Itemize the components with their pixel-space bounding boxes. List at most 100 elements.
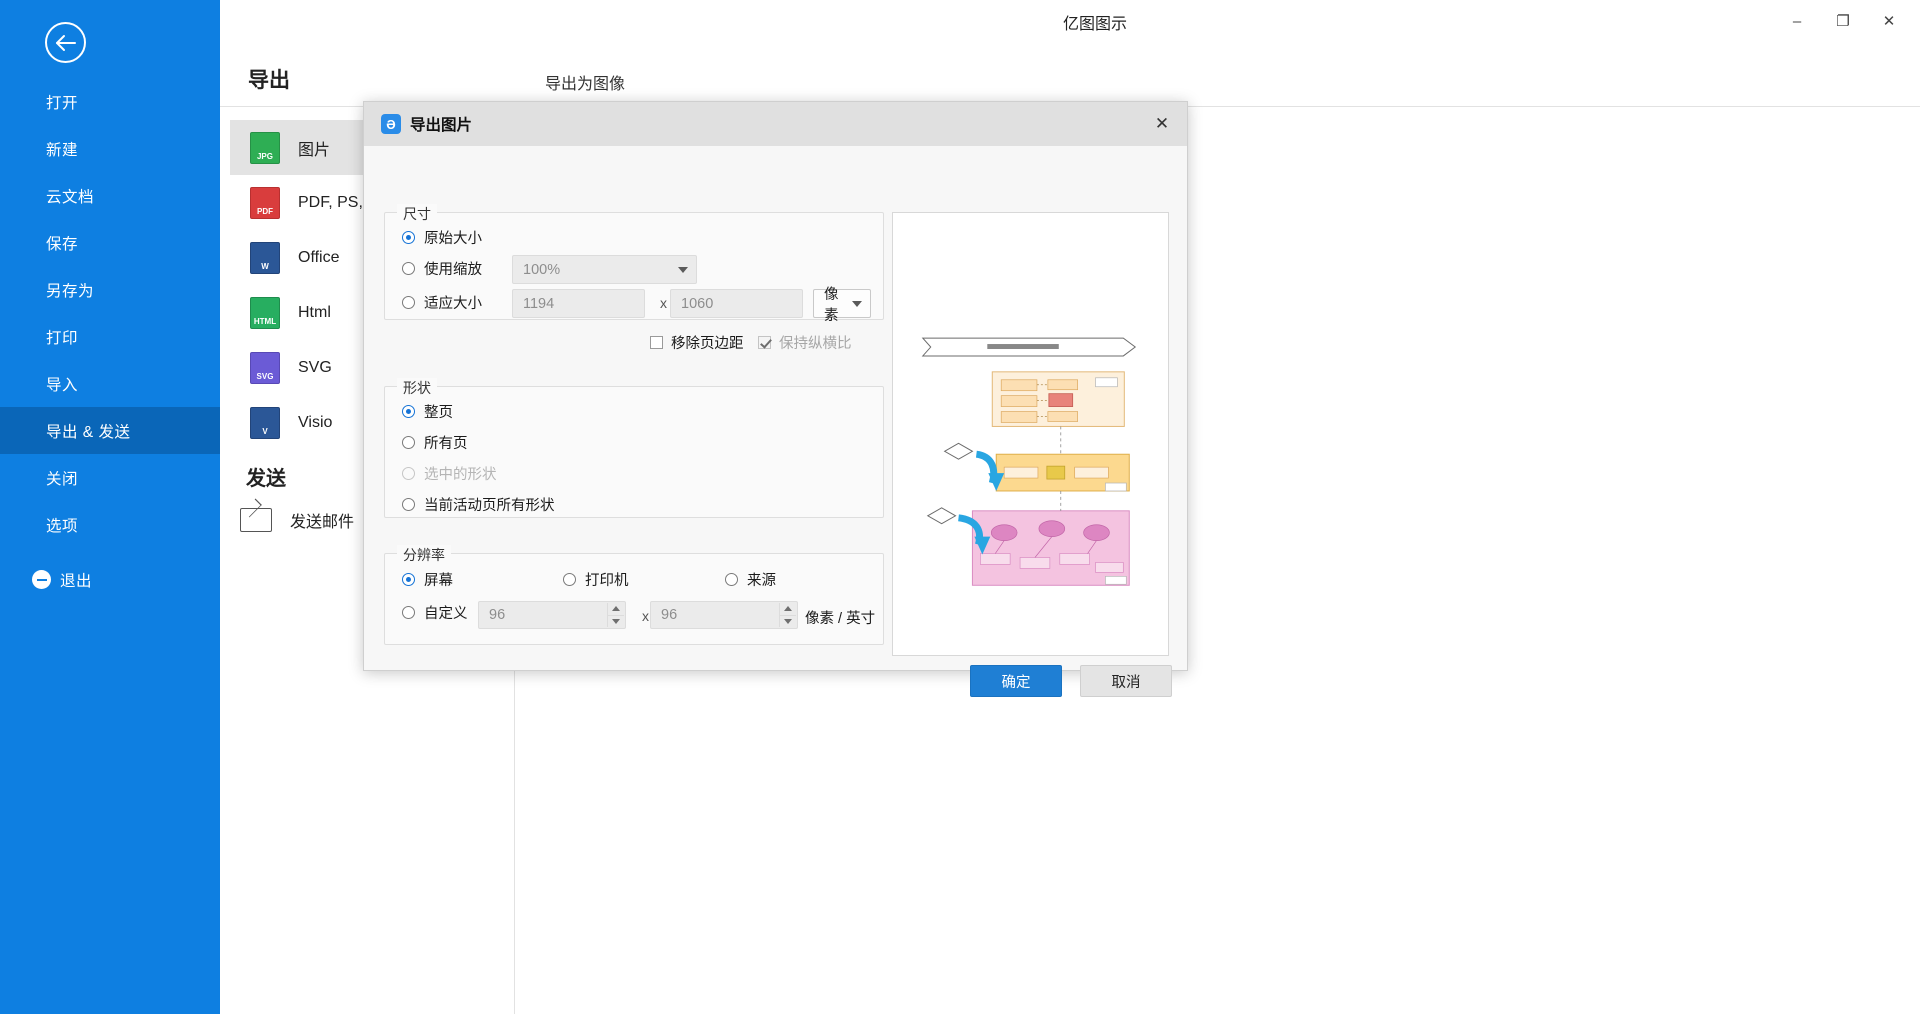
format-label: 图片 [298, 141, 331, 159]
remove-margin-label: 移除页边距 [671, 336, 744, 352]
fit-size-row[interactable]: 适应大小 [402, 292, 482, 313]
send-email-item[interactable]: 发送邮件 [240, 508, 354, 532]
original-size-row[interactable]: 原始大小 [402, 227, 482, 248]
resolution-group-legend: 分辨率 [397, 545, 451, 565]
format-label: Office [298, 248, 340, 266]
custom-resolution-radio[interactable] [402, 606, 415, 619]
resolution-option-label: 屏幕 [424, 573, 453, 589]
remove-margin-row[interactable]: 移除页边距 [650, 332, 744, 353]
dpi-separator: x [642, 608, 649, 624]
keep-ratio-label: 保持纵横比 [779, 336, 852, 352]
send-email-label: 发送邮件 [290, 514, 355, 531]
resolution-option-source[interactable]: 来源 [725, 569, 776, 590]
pdf-file-icon: PDF [250, 186, 280, 219]
dpi-y-value: 96 [661, 607, 678, 623]
chevron-down-icon [852, 300, 862, 307]
printer-radio[interactable] [563, 573, 576, 586]
active-page-shapes-radio[interactable] [402, 498, 415, 511]
dpi-x-decrement[interactable] [608, 615, 624, 627]
sidebar-item-save-as[interactable]: 另存为 [0, 266, 220, 313]
shape-option-label: 整页 [424, 405, 453, 421]
resolution-option-label: 来源 [747, 573, 776, 589]
word-file-icon: W [250, 241, 280, 274]
width-input[interactable]: 1194 [512, 289, 645, 318]
resolution-option-screen[interactable]: 屏幕 [402, 569, 453, 590]
sidebar-item-cloud-docs[interactable]: 云文档 [0, 172, 220, 219]
custom-resolution-label: 自定义 [424, 606, 468, 622]
sidebar-item-exit[interactable]: 退出 [0, 556, 220, 603]
ok-button[interactable]: 确定 [970, 665, 1062, 697]
sidebar-item-label: 打印 [46, 329, 79, 347]
original-size-radio[interactable] [402, 231, 415, 244]
height-input[interactable]: 1060 [670, 289, 803, 318]
resolution-option-custom[interactable]: 自定义 [402, 602, 468, 623]
fit-size-radio[interactable] [402, 296, 415, 309]
dimension-separator: x [660, 295, 667, 311]
selected-shapes-radio [402, 467, 415, 480]
fit-size-label: 适应大小 [424, 296, 482, 312]
sidebar-item-new[interactable]: 新建 [0, 125, 220, 172]
sidebar-item-import[interactable]: 导入 [0, 360, 220, 407]
sidebar-item-export-send[interactable]: 导出 & 发送 [0, 407, 220, 454]
maximize-button[interactable]: ❐ [1820, 4, 1866, 38]
html-file-icon: HTML [250, 296, 280, 329]
resolution-group: 分辨率 屏幕 打印机 来源 自定义 96 x 96 像素 / 英寸 [384, 545, 884, 645]
sidebar-item-label: 另存为 [46, 282, 95, 300]
size-group-legend: 尺寸 [397, 204, 437, 224]
use-scale-row[interactable]: 使用缩放 [402, 258, 482, 279]
jpg-file-icon: JPG [250, 131, 280, 164]
scale-select[interactable]: 100% [512, 255, 697, 284]
dpi-y-stepper[interactable]: 96 [650, 601, 798, 629]
shape-option-active-page-shapes[interactable]: 当前活动页所有形状 [402, 494, 555, 515]
height-value: 1060 [681, 295, 714, 312]
sidebar-item-label: 云文档 [46, 188, 95, 206]
whole-page-radio[interactable] [402, 405, 415, 418]
caret-down-icon [784, 618, 792, 624]
dpi-y-increment[interactable] [780, 603, 796, 616]
sidebar-item-label: 新建 [46, 141, 79, 159]
chevron-down-icon [678, 266, 688, 273]
use-scale-radio[interactable] [402, 262, 415, 275]
dialog-title: 导出图片 [410, 117, 473, 134]
sidebar-item-open[interactable]: 打开 [0, 78, 220, 125]
dialog-close-icon[interactable]: ✕ [1147, 109, 1177, 139]
title-bar: 亿图图示 – ❐ ✕ [270, 0, 1920, 42]
resolution-option-printer[interactable]: 打印机 [563, 569, 629, 590]
remove-margin-checkbox[interactable] [650, 336, 663, 349]
all-pages-radio[interactable] [402, 436, 415, 449]
window-controls: – ❐ ✕ [1774, 0, 1912, 42]
sidebar-item-close[interactable]: 关闭 [0, 454, 220, 501]
sidebar-item-label: 导出 & 发送 [46, 423, 131, 441]
sidebar-item-label: 选项 [46, 517, 79, 535]
dpi-y-decrement[interactable] [780, 615, 796, 627]
shape-option-all-pages[interactable]: 所有页 [402, 432, 468, 453]
back-arrow-icon[interactable] [45, 22, 86, 63]
send-section-title: 发送 [246, 468, 286, 490]
sidebar-item-label: 退出 [60, 572, 93, 590]
unit-select[interactable]: 像素 [813, 287, 871, 324]
format-label: SVG [298, 358, 332, 376]
cancel-button[interactable]: 取消 [1080, 665, 1172, 697]
sidebar-menu: 打开 新建 云文档 保存 另存为 打印 导入 导出 & 发送 关闭 选项 退出 [0, 78, 220, 603]
screen-radio[interactable] [402, 573, 415, 586]
sidebar-item-print[interactable]: 打印 [0, 313, 220, 360]
close-button[interactable]: ✕ [1866, 4, 1912, 38]
unit-select-value: 像素 [824, 286, 839, 324]
sidebar-item-save[interactable]: 保存 [0, 219, 220, 266]
dpi-x-increment[interactable] [608, 603, 624, 616]
dpi-unit-label: 像素 / 英寸 [805, 611, 876, 627]
resolution-option-label: 打印机 [585, 573, 629, 589]
sidebar-item-options[interactable]: 选项 [0, 501, 220, 548]
shape-option-whole-page[interactable]: 整页 [402, 401, 453, 422]
source-radio[interactable] [725, 573, 738, 586]
visio-file-icon: V [250, 406, 280, 439]
dpi-x-stepper[interactable]: 96 [478, 601, 626, 629]
shape-option-label: 所有页 [424, 436, 468, 452]
minimize-button[interactable]: – [1774, 4, 1820, 38]
caret-up-icon [784, 606, 792, 612]
size-group: 尺寸 原始大小 使用缩放 100% 适应大小 1194 x 1060 像素 [384, 204, 884, 324]
caret-up-icon [612, 606, 620, 612]
caret-down-icon [612, 618, 620, 624]
width-value: 1194 [523, 295, 555, 312]
